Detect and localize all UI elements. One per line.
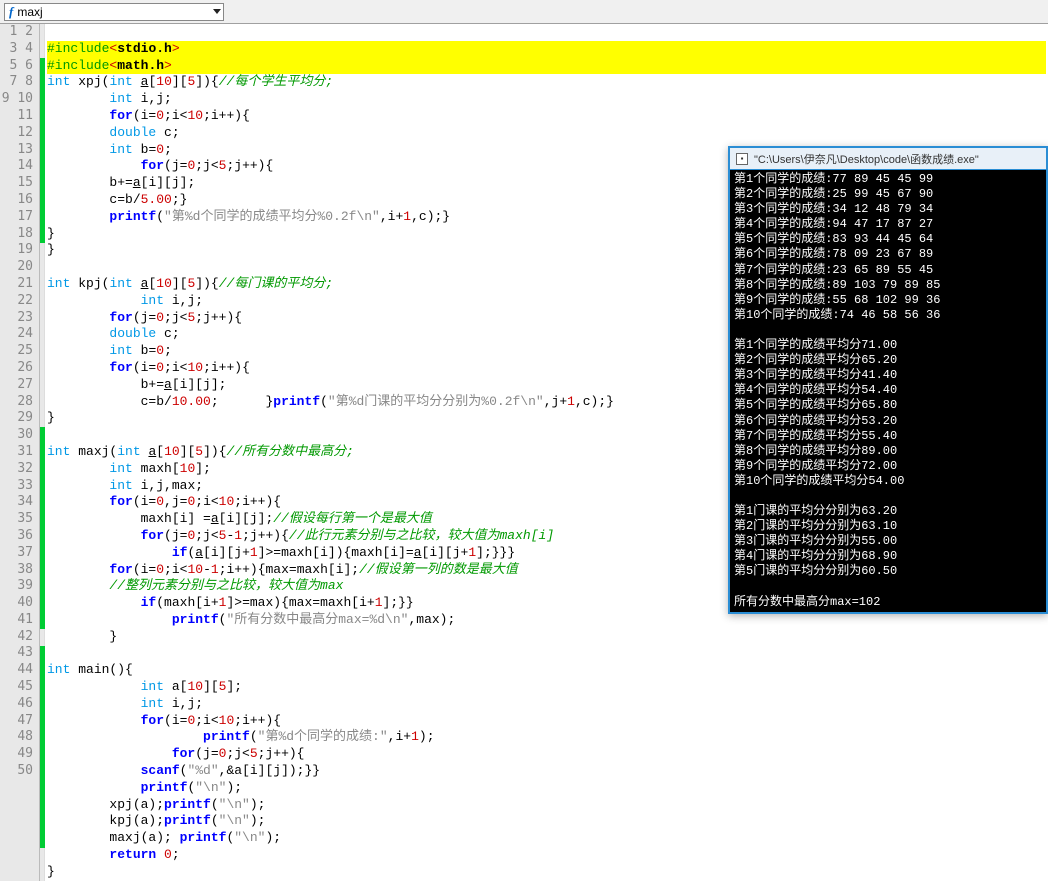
dropdown-label: maxj bbox=[17, 5, 42, 19]
change-margin bbox=[40, 24, 45, 881]
console-title-text: "C:\Users\伊奈凡\Desktop\code\函数成绩.exe" bbox=[754, 151, 979, 167]
toolbar: f maxj bbox=[0, 0, 1048, 24]
console-window[interactable]: ▪ "C:\Users\伊奈凡\Desktop\code\函数成绩.exe" 第… bbox=[728, 146, 1048, 614]
function-dropdown[interactable]: f maxj bbox=[4, 3, 224, 21]
console-output[interactable]: 第1个同学的成绩:77 89 45 45 99 第2个同学的成绩:25 99 4… bbox=[730, 170, 1046, 612]
line-number-gutter: 1 2 3 4 5 6 7 8 9 10 11 12 13 14 15 16 1… bbox=[0, 24, 40, 881]
console-titlebar[interactable]: ▪ "C:\Users\伊奈凡\Desktop\code\函数成绩.exe" bbox=[730, 148, 1046, 170]
function-icon: f bbox=[9, 4, 13, 20]
console-app-icon: ▪ bbox=[736, 153, 748, 165]
chevron-down-icon bbox=[213, 9, 221, 14]
